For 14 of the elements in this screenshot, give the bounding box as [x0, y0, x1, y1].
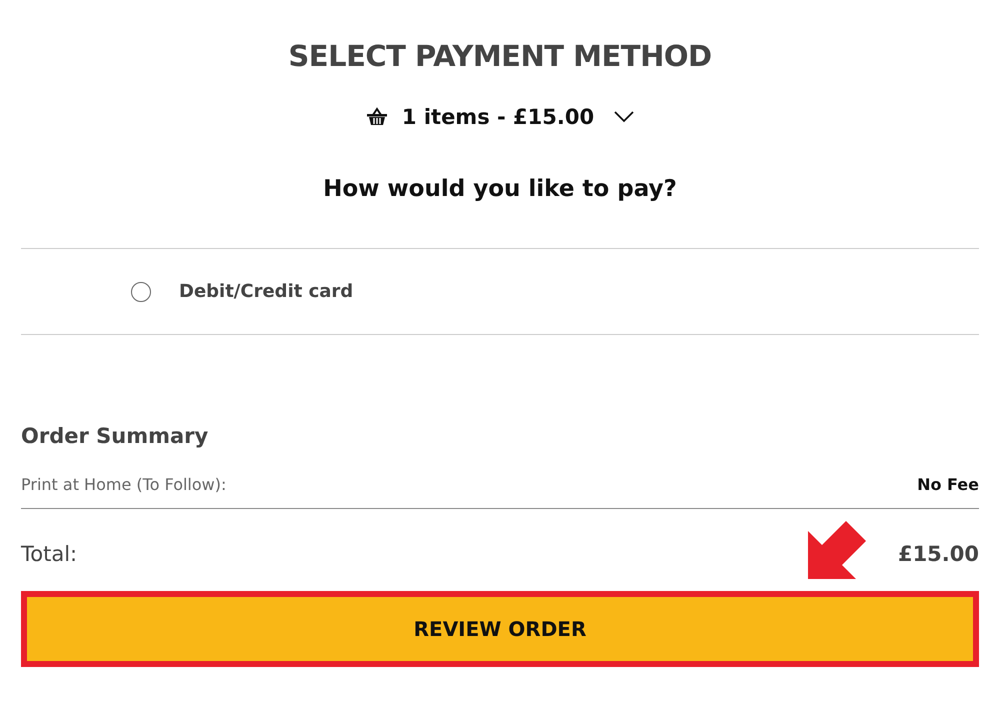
line-label: Print at Home (To Follow):: [21, 475, 226, 494]
chevron-icon[interactable]: [614, 111, 634, 123]
summary-heading: Order Summary: [21, 423, 210, 450]
arrow-icon: [808, 521, 866, 579]
total-value: £15.00: [898, 542, 979, 566]
page-title: SELECT PAYMENT METHOD: [287, 38, 713, 75]
radio-button[interactable]: [131, 282, 151, 302]
basket-icon: [366, 107, 388, 127]
line-value: No Fee: [917, 475, 979, 494]
review-order-button[interactable]: REVIEW ORDER: [27, 597, 973, 661]
basket-summary[interactable]: 1 items - £15.00: [402, 105, 594, 129]
total-label: Total:: [21, 542, 78, 566]
question-heading: How would you like to pay?: [322, 175, 678, 204]
option-label[interactable]: Debit/Credit card: [179, 281, 354, 302]
